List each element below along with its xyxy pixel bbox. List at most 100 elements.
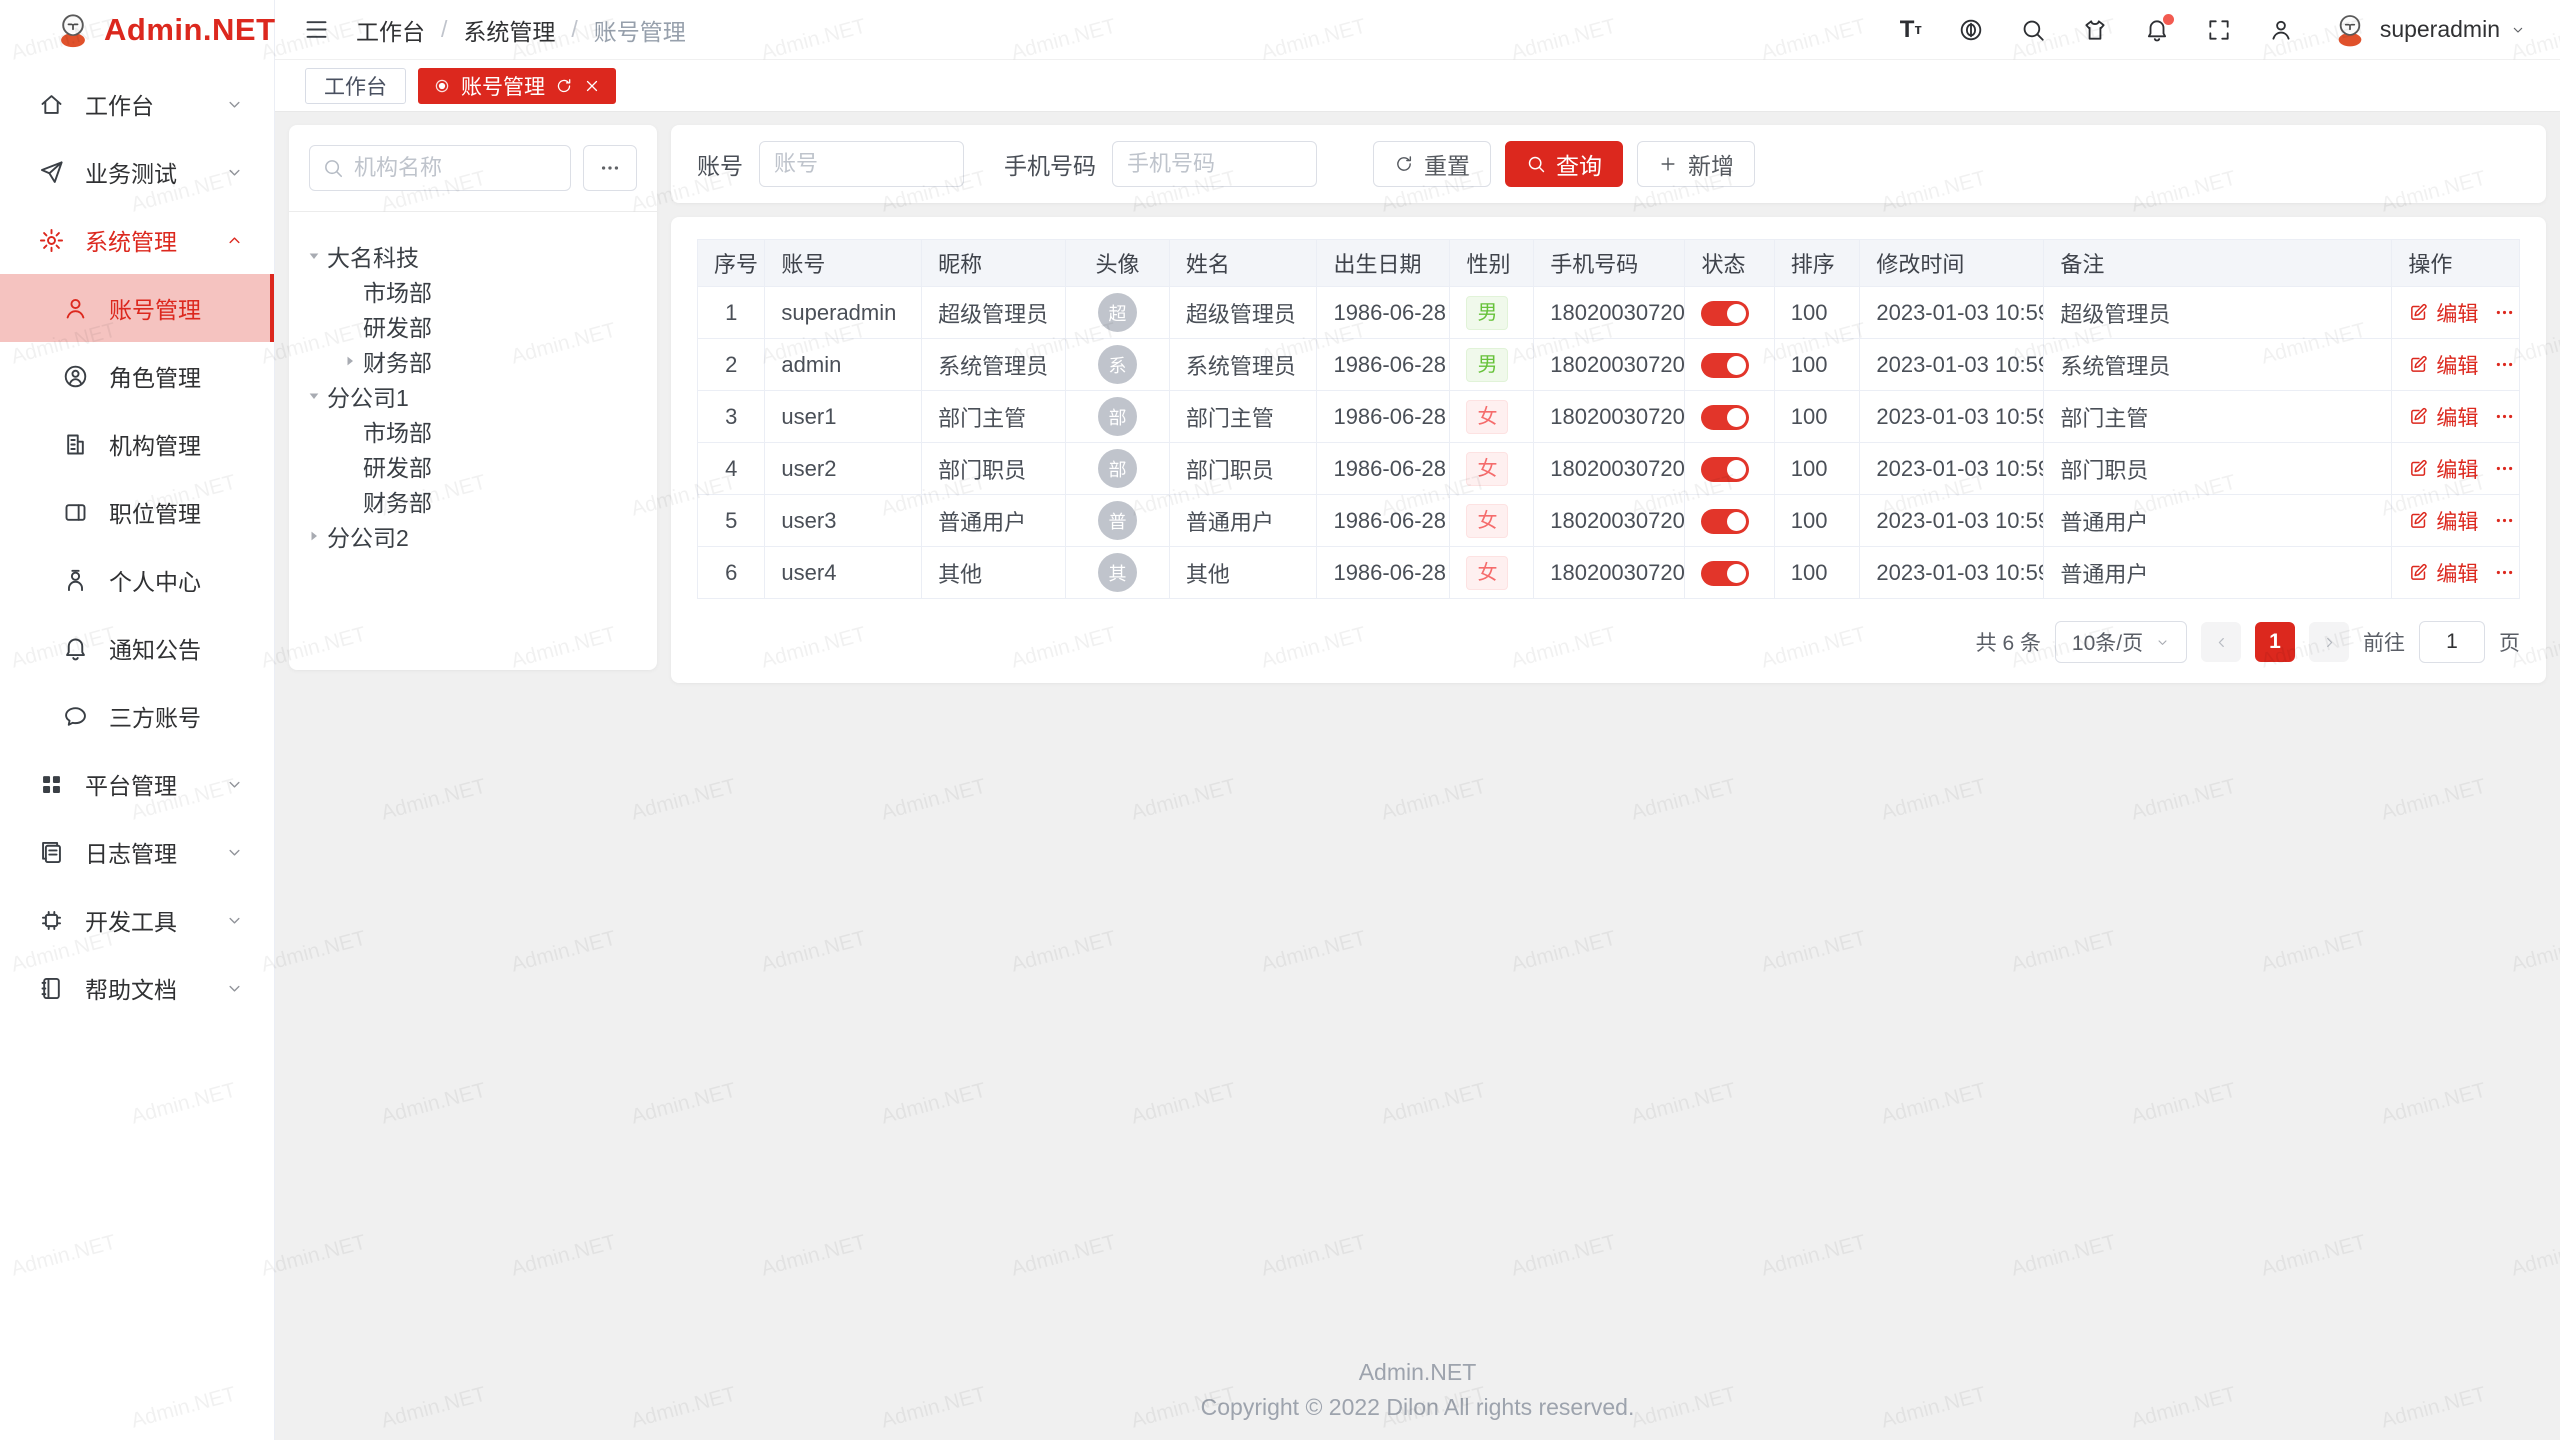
row-more-button[interactable]: [2494, 510, 2515, 531]
refresh-icon[interactable]: [555, 77, 573, 95]
sidebar-item-thirdparty-account[interactable]: 三方账号: [0, 682, 274, 750]
edit-button[interactable]: 编辑: [2408, 298, 2478, 328]
font-size-icon[interactable]: Tт: [1900, 18, 1922, 42]
tree-node[interactable]: 研发部: [301, 308, 647, 343]
row-more-button[interactable]: [2494, 302, 2515, 323]
user-icon[interactable]: [2268, 17, 2294, 43]
tree-node[interactable]: 分公司2: [301, 518, 647, 553]
cell-name: 普通用户: [1169, 495, 1317, 547]
row-more-button[interactable]: [2494, 406, 2515, 427]
org-search-input[interactable]: [309, 145, 571, 191]
tree-node[interactable]: 财务部: [301, 343, 647, 378]
edit-icon: [2408, 458, 2429, 479]
tab-account-management[interactable]: 账号管理: [418, 68, 616, 104]
sidebar-item-log-management[interactable]: 日志管理: [0, 818, 274, 886]
sidebar-item-account-management[interactable]: 账号管理: [0, 274, 274, 342]
status-toggle[interactable]: [1701, 561, 1749, 586]
goto-page-input[interactable]: [2419, 621, 2485, 663]
caret-down-icon[interactable]: [301, 386, 327, 406]
cell-account: superadmin: [765, 287, 922, 339]
next-page-button[interactable]: [2309, 622, 2349, 662]
search-icon[interactable]: [2020, 17, 2046, 43]
status-toggle[interactable]: [1701, 457, 1749, 482]
tree-node[interactable]: 财务部: [301, 483, 647, 518]
add-button[interactable]: 新增: [1637, 141, 1755, 187]
theme-icon[interactable]: [2082, 17, 2108, 43]
cell-status: [1685, 547, 1774, 599]
font-size-icon-big: T: [1900, 18, 1915, 42]
user-menu[interactable]: superadmin: [2330, 10, 2526, 50]
edit-button[interactable]: 编辑: [2408, 350, 2478, 380]
sidebar-item-system-management[interactable]: 系统管理: [0, 206, 274, 274]
caret-right-icon[interactable]: [337, 351, 363, 371]
tree-node[interactable]: 大名科技: [301, 238, 647, 273]
sidebar-item-business-test[interactable]: 业务测试: [0, 138, 274, 206]
status-toggle[interactable]: [1701, 509, 1749, 534]
cell-gender: 女: [1450, 547, 1534, 599]
search-icon: [322, 157, 344, 179]
tree-more-button[interactable]: [583, 145, 637, 191]
cell-actions: 编辑: [2392, 547, 2520, 599]
status-toggle[interactable]: [1701, 353, 1749, 378]
close-icon[interactable]: [583, 77, 601, 95]
cell-index: 5: [698, 495, 765, 547]
chevron-down-icon: [225, 911, 244, 930]
tab-workbench[interactable]: 工作台: [305, 68, 406, 104]
sidebar-item-role-management[interactable]: 角色管理: [0, 342, 274, 410]
menu-fold-icon[interactable]: [303, 16, 330, 43]
cell-order: 100: [1774, 443, 1860, 495]
username: superadmin: [2380, 16, 2500, 43]
language-icon[interactable]: [1958, 17, 1984, 43]
cell-modified-time: 2023-01-03 10:59:44: [1860, 339, 2044, 391]
chevron-up-icon: [225, 231, 244, 250]
row-more-button[interactable]: [2494, 562, 2515, 583]
row-more-button[interactable]: [2494, 458, 2515, 479]
sidebar-item-platform-management[interactable]: 平台管理: [0, 750, 274, 818]
tree-node[interactable]: 研发部: [301, 448, 647, 483]
phone-input[interactable]: [1112, 141, 1317, 187]
sidebar-item-org-management[interactable]: 机构管理: [0, 410, 274, 478]
avatar: 超: [1098, 293, 1137, 332]
caret-right-icon[interactable]: [301, 526, 327, 546]
edit-button[interactable]: 编辑: [2408, 506, 2478, 536]
cell-order: 100: [1774, 391, 1860, 443]
cell-status: [1685, 443, 1774, 495]
sidebar: Admin.NET 工作台 业务测试 系统管理 账号管理: [0, 0, 275, 1440]
edit-button[interactable]: 编辑: [2408, 454, 2478, 484]
breadcrumb-item[interactable]: 工作台: [356, 13, 425, 47]
page-number-active[interactable]: 1: [2255, 622, 2295, 662]
sidebar-item-position-management[interactable]: 职位管理: [0, 478, 274, 546]
col-nickname: 昵称: [922, 240, 1066, 287]
cell-actions: 编辑: [2392, 391, 2520, 443]
sidebar-item-dev-tools[interactable]: 开发工具: [0, 886, 274, 954]
col-remark: 备注: [2044, 240, 2392, 287]
tree-node[interactable]: 分公司1: [301, 378, 647, 413]
page-size-select[interactable]: 10条/页: [2055, 621, 2187, 663]
cell-name: 部门职员: [1169, 443, 1317, 495]
tree-node[interactable]: 市场部: [301, 413, 647, 448]
reset-button[interactable]: 重置: [1373, 141, 1491, 187]
sidebar-item-notice[interactable]: 通知公告: [0, 614, 274, 682]
notification-bell[interactable]: [2144, 17, 2170, 43]
row-more-button[interactable]: [2494, 354, 2515, 375]
edit-button[interactable]: 编辑: [2408, 402, 2478, 432]
logo[interactable]: Admin.NET: [0, 0, 274, 60]
col-name: 姓名: [1169, 240, 1317, 287]
avatar: 其: [1098, 553, 1137, 592]
tree-node[interactable]: 市场部: [301, 273, 647, 308]
cell-gender: 女: [1450, 495, 1534, 547]
cell-gender: 女: [1450, 443, 1534, 495]
sidebar-item-help-docs[interactable]: 帮助文档: [0, 954, 274, 1022]
status-toggle[interactable]: [1701, 405, 1749, 430]
caret-down-icon[interactable]: [301, 246, 327, 266]
sidebar-item-personal-center[interactable]: 个人中心: [0, 546, 274, 614]
prev-page-button[interactable]: [2201, 622, 2241, 662]
fullscreen-icon[interactable]: [2206, 17, 2232, 43]
edit-button[interactable]: 编辑: [2408, 558, 2478, 588]
account-input[interactable]: [759, 141, 964, 187]
breadcrumb-item[interactable]: 系统管理: [463, 13, 555, 47]
search-button[interactable]: 查询: [1505, 141, 1623, 187]
status-toggle[interactable]: [1701, 301, 1749, 326]
sidebar-item-workbench[interactable]: 工作台: [0, 70, 274, 138]
edit-icon: [2408, 302, 2429, 323]
